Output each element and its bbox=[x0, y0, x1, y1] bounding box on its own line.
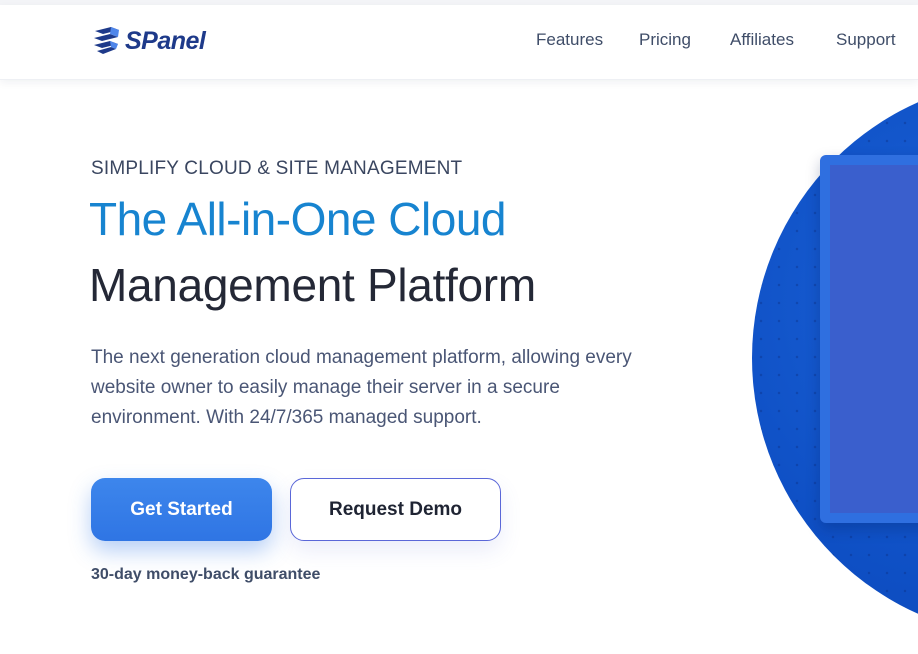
hero-description: The next generation cloud management pla… bbox=[91, 347, 632, 428]
hero-headline-line2: Management Platform bbox=[89, 259, 536, 311]
get-started-button[interactable]: Get Started bbox=[91, 478, 272, 541]
hero-illustration bbox=[752, 78, 918, 654]
nav-item-support[interactable]: Support bbox=[836, 30, 896, 50]
hero-dashboard-screen bbox=[830, 165, 918, 513]
hero-headline-line1: The All-in-One Cloud bbox=[89, 193, 506, 245]
landing-page: SPanel Features Pricing Affiliates Suppo… bbox=[0, 0, 918, 654]
main-nav: Features Pricing Affiliates Support bbox=[0, 30, 918, 58]
nav-item-pricing[interactable]: Pricing bbox=[639, 30, 691, 50]
money-back-guarantee: 30-day money-back guarantee bbox=[91, 566, 321, 583]
nav-item-affiliates[interactable]: Affiliates bbox=[730, 30, 794, 50]
nav-item-features[interactable]: Features bbox=[536, 30, 603, 50]
hero-eyebrow: SIMPLIFY CLOUD & SITE MANAGEMENT bbox=[91, 158, 463, 179]
site-header: SPanel Features Pricing Affiliates Suppo… bbox=[0, 5, 918, 80]
hero-dashboard-panel bbox=[820, 155, 918, 523]
request-demo-button[interactable]: Request Demo bbox=[290, 478, 501, 541]
